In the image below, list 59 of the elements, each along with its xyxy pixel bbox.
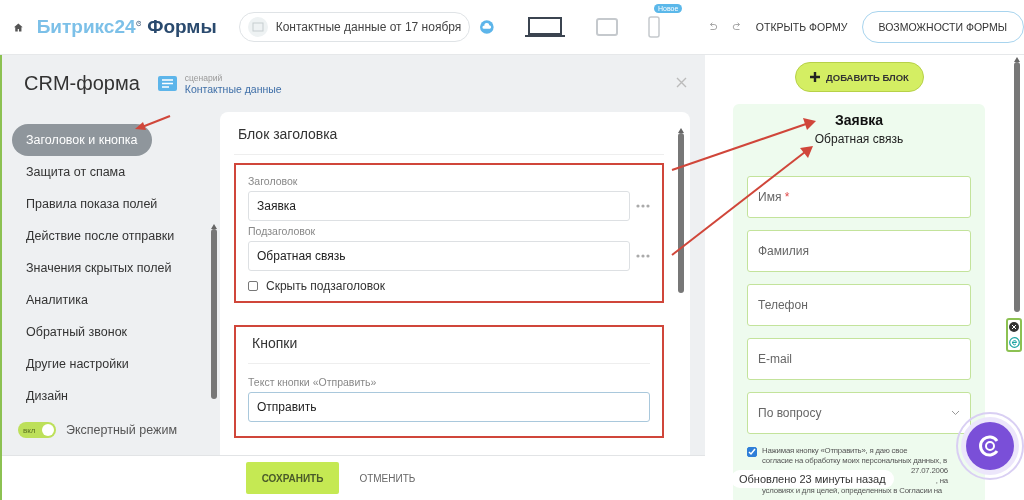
extension-widget[interactable] bbox=[1006, 318, 1022, 352]
form-subtitle: Обратная связь bbox=[813, 132, 905, 146]
sidebar-item[interactable]: Значения скрытых полей bbox=[12, 252, 186, 284]
scroll-up-arrow-icon[interactable] bbox=[678, 128, 684, 133]
phone-icon[interactable] bbox=[647, 16, 660, 38]
sidebar-item[interactable]: Дизайн bbox=[12, 380, 83, 412]
save-button[interactable]: СОХРАНИТЬ bbox=[245, 462, 340, 494]
form-title: Заявка bbox=[833, 112, 885, 128]
checkbox[interactable] bbox=[248, 281, 258, 291]
brand-logo: Битрикс24 bbox=[36, 16, 136, 38]
input-field[interactable]: Имя * bbox=[747, 176, 971, 218]
sidebar-item[interactable]: Действие после отправки bbox=[12, 220, 189, 252]
block-title: Блок заголовка bbox=[234, 116, 664, 155]
preview-scrollbar[interactable] bbox=[1014, 62, 1020, 312]
input-field[interactable]: E-mail bbox=[747, 338, 971, 380]
chevron-icon bbox=[951, 410, 960, 416]
text-field[interactable]: Заявка bbox=[248, 191, 630, 221]
field-label: Текст кнопки «Отправить» bbox=[248, 376, 378, 388]
open-form-link[interactable]: ОТКРЫТЬ ФОРМУ bbox=[755, 21, 848, 33]
laptop-icon[interactable] bbox=[523, 16, 566, 38]
settings-scrollbar[interactable] bbox=[678, 133, 684, 293]
annotation-arrow bbox=[135, 115, 171, 130]
scroll-up-arrow-icon[interactable] bbox=[211, 224, 217, 229]
plus-icon bbox=[810, 72, 820, 82]
field-label: Подзаголовок bbox=[248, 225, 317, 237]
expert-mode-label: Экспертный режим bbox=[66, 423, 177, 437]
clock-icon bbox=[135, 19, 142, 28]
text-field[interactable]: Отправить bbox=[248, 392, 650, 422]
scenario-label: сценарий bbox=[184, 72, 224, 83]
image-icon bbox=[247, 17, 268, 37]
add-block-button[interactable]: ДОБАВИТЬ БЛОК bbox=[795, 62, 924, 92]
sidebar-item[interactable]: Аналитика bbox=[12, 284, 102, 316]
block-title: Кнопки bbox=[248, 333, 650, 364]
field-label: Заголовок bbox=[248, 175, 299, 187]
input-field[interactable]: Фамилия bbox=[747, 230, 971, 272]
select-field[interactable]: По вопросу bbox=[747, 392, 971, 434]
sidebar-scrollbar[interactable] bbox=[211, 229, 217, 399]
sidebar-item[interactable]: Правила показа полей bbox=[12, 188, 172, 220]
assistant-button[interactable] bbox=[956, 412, 1024, 480]
close-icon[interactable] bbox=[1009, 322, 1019, 333]
sidebar-item[interactable]: Другие настройки bbox=[12, 348, 143, 380]
sidebar-item[interactable]: Обратный звонок bbox=[12, 316, 142, 348]
sidebar-item[interactable]: Защита от спама bbox=[12, 156, 140, 188]
input-field[interactable]: Телефон bbox=[747, 284, 971, 326]
panel-title: CRM-форма bbox=[24, 72, 140, 95]
cancel-button[interactable]: ОТМЕНИТЬ bbox=[353, 471, 422, 485]
consent-checkbox[interactable] bbox=[747, 447, 757, 457]
form-features-button[interactable]: ВОЗМОЖНОСТИ ФОРМЫ bbox=[861, 11, 1024, 43]
document-icon bbox=[157, 76, 177, 91]
text-field[interactable]: Обратная связь bbox=[248, 241, 630, 271]
more-icon[interactable] bbox=[636, 254, 650, 258]
checkbox-label: Скрыть подзаголовок bbox=[266, 279, 385, 293]
scenario-link[interactable]: Контактные данные bbox=[184, 82, 282, 95]
more-icon[interactable] bbox=[636, 204, 650, 208]
product-name: Формы bbox=[147, 16, 217, 38]
expert-mode-toggle[interactable]: вкл bbox=[18, 422, 56, 438]
tablet-icon[interactable] bbox=[595, 18, 618, 36]
update-status: Обновлено 23 минуты назад bbox=[731, 470, 894, 488]
scroll-up-arrow-icon[interactable] bbox=[1014, 57, 1020, 62]
